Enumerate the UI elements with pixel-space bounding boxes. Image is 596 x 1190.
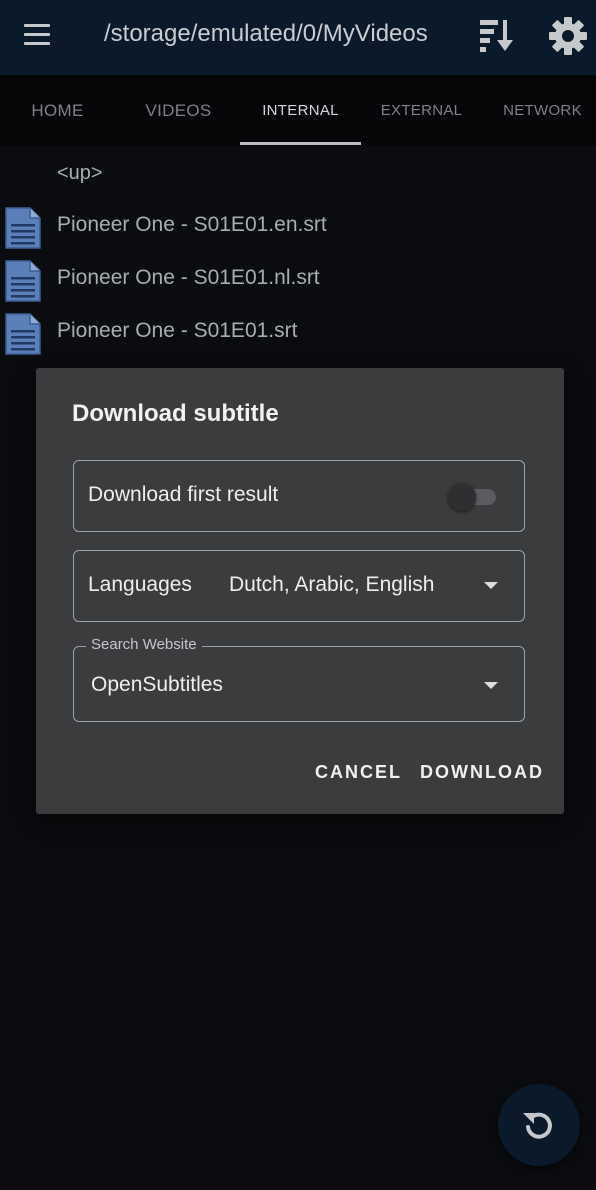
toggle-thumb (448, 483, 476, 511)
chevron-down-icon (484, 682, 498, 689)
file-name: Pioneer One - S01E01.nl.srt (57, 266, 320, 289)
tab-home[interactable]: HOME (0, 75, 118, 146)
gear-icon[interactable] (546, 14, 590, 58)
chevron-down-icon (484, 582, 498, 589)
download-first-result-label: Download first result (88, 483, 279, 506)
up-directory-label: <up> (57, 162, 103, 184)
list-item-up[interactable]: <up> (0, 146, 596, 198)
download-first-result-toggle[interactable] (448, 481, 498, 511)
tab-internal[interactable]: INTERNAL (240, 75, 361, 146)
languages-value: Dutch, Arabic, English (229, 573, 435, 596)
search-website-label: Search Website (86, 636, 202, 653)
download-subtitle-dialog: Download subtitle Download first result … (36, 368, 564, 814)
dialog-title: Download subtitle (72, 400, 279, 427)
download-first-result-row[interactable]: Download first result (73, 460, 525, 532)
list-item[interactable]: Pioneer One - S01E01.srt (0, 305, 596, 357)
document-icon (4, 207, 42, 249)
search-website-value: OpenSubtitles (91, 673, 223, 696)
languages-label: Languages (88, 573, 192, 596)
cancel-button[interactable]: CANCEL (315, 762, 402, 783)
current-path-title: /storage/emulated/0/MyVideos (104, 20, 428, 47)
document-icon (4, 260, 42, 302)
list-item[interactable]: Pioneer One - S01E01.en.srt (0, 199, 596, 251)
tab-network[interactable]: NETWORK (482, 75, 596, 146)
file-name: Pioneer One - S01E01.srt (57, 319, 298, 342)
refresh-icon (523, 1112, 552, 1139)
hamburger-menu-icon[interactable] (20, 20, 56, 50)
tab-videos[interactable]: VIDEOS (118, 75, 239, 146)
app-bar: /storage/emulated/0/MyVideos (0, 0, 596, 75)
download-button[interactable]: DOWNLOAD (420, 762, 544, 783)
list-item[interactable]: Pioneer One - S01E01.nl.srt (0, 252, 596, 304)
active-tab-indicator (240, 142, 361, 145)
search-website-select[interactable]: Search Website OpenSubtitles (73, 636, 525, 722)
document-icon (4, 313, 42, 355)
refresh-fab[interactable] (498, 1084, 580, 1166)
tab-external[interactable]: EXTERNAL (361, 75, 482, 146)
sort-descending-icon[interactable] (476, 16, 518, 56)
languages-select[interactable]: Languages Dutch, Arabic, English (73, 550, 525, 622)
storage-tabs: HOME VIDEOS INTERNAL EXTERNAL NETWORK (0, 75, 596, 146)
file-name: Pioneer One - S01E01.en.srt (57, 213, 327, 236)
